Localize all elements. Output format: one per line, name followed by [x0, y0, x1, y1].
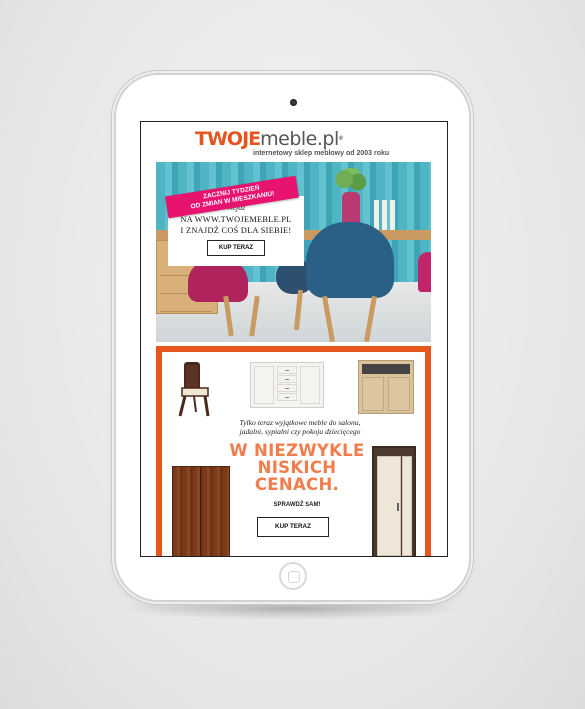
candle-illustration: [374, 200, 379, 230]
promo-headline-line1: W NIEZWYKLE: [229, 441, 365, 460]
hero-headline-line2: I ZNAJDŹ COŚ DLA SIEBIE!: [180, 226, 292, 235]
promo-buy-now-button[interactable]: KUP TERAZ: [257, 517, 329, 537]
chair-illustration: [418, 252, 431, 292]
tablet-shadow: [120, 598, 465, 620]
chair-illustration: [306, 222, 394, 298]
logo-reg-mark: ®: [338, 136, 343, 142]
promo-headline-line3: CENACH.: [254, 475, 340, 494]
two-tone-wardrobe-product[interactable]: [372, 446, 416, 556]
email-screen: TWOJEmeble.pl® internetowy sklep meblowy…: [140, 121, 448, 557]
camera-icon: [290, 99, 297, 106]
wooden-chair-product[interactable]: [174, 360, 214, 418]
promo-description-line1: Tylko teraz wyjątkowe meble do salonu,: [239, 418, 361, 427]
hero-headline-line1: NA WWW.TWOJEMEBLE.PL: [180, 215, 292, 224]
hero-buy-now-button[interactable]: KUP TERAZ: [207, 240, 265, 256]
logo-tagline: internetowy sklep meblowy od 2003 roku: [253, 150, 390, 157]
white-sideboard-product[interactable]: [250, 362, 324, 408]
dark-wood-wardrobe-product[interactable]: [172, 466, 230, 556]
promo-description-line2: jadalni, sypialni czy pokoju dziecięcego: [239, 427, 361, 436]
oak-cabinet-product[interactable]: [358, 360, 414, 414]
logo-text-part2: meble.pl: [260, 128, 339, 150]
promo-description: Tylko teraz wyjątkowe meble do salonu, j…: [220, 418, 380, 436]
promo-section: Tylko teraz wyjątkowe meble do salonu, j…: [156, 346, 431, 556]
promo-check-text: SPRAWDŹ SAM!: [273, 502, 321, 508]
brand-logo[interactable]: TWOJEmeble.pl®: [195, 129, 343, 150]
home-button[interactable]: [279, 562, 307, 590]
hero-banner-image[interactable]: Wejdź NA WWW.TWOJEMEBLE.PL I ZNAJDŹ COŚ …: [156, 162, 431, 342]
email-header: TWOJEmeble.pl® internetowy sklep meblowy…: [141, 122, 447, 160]
chair-illustration: [188, 260, 248, 302]
promo-headline: W NIEZWYKLE NISKICH CENACH.: [222, 442, 372, 493]
logo-text-part1: TWOJE: [195, 128, 261, 150]
candle-illustration: [390, 200, 395, 230]
promo-headline-line2: NISKICH: [257, 458, 337, 477]
tablet-device: TWOJEmeble.pl® internetowy sklep meblowy…: [116, 75, 469, 600]
candle-illustration: [382, 200, 387, 230]
